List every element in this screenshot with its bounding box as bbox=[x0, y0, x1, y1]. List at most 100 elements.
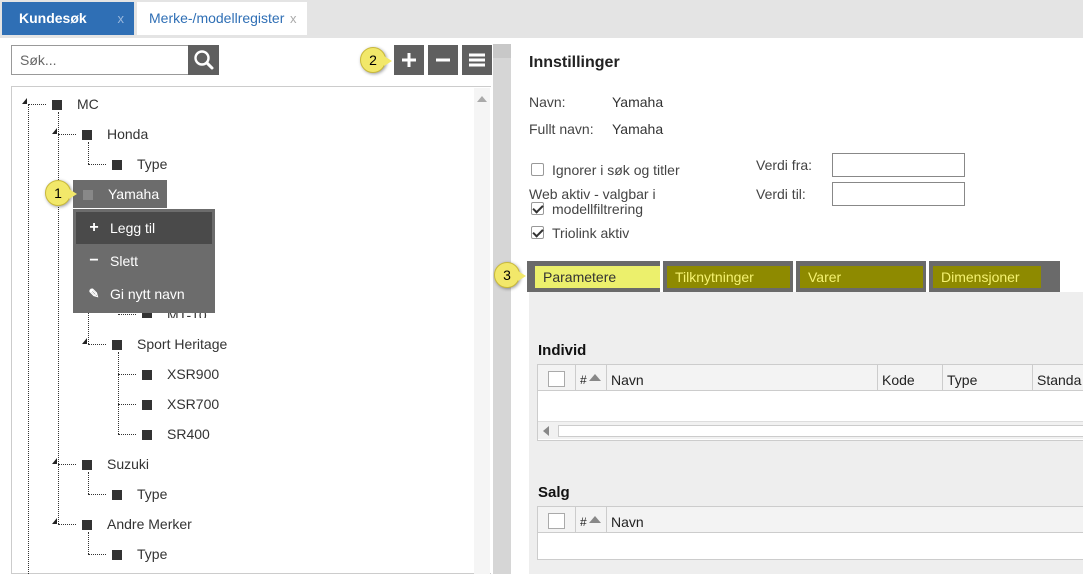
search-button[interactable] bbox=[188, 45, 219, 75]
tree-node-yamaha[interactable]: Yamaha bbox=[73, 180, 168, 208]
search-icon bbox=[194, 50, 214, 70]
tree-node-xsr700[interactable]: XSR700 bbox=[142, 394, 219, 414]
splitter-handle[interactable] bbox=[493, 44, 511, 58]
select-all-checkbox[interactable] bbox=[548, 513, 565, 529]
tree-connector bbox=[58, 112, 59, 134]
plus-icon bbox=[402, 53, 416, 67]
tree-connector bbox=[88, 532, 89, 554]
context-menu-delete-label: Slett bbox=[110, 253, 139, 269]
tree-connector bbox=[118, 374, 136, 375]
tree-node-andre-merker[interactable]: Andre Merker bbox=[82, 514, 192, 534]
context-menu: + Legg til − Slett ✎ Gi nytt navn bbox=[73, 209, 215, 313]
tree-node-label: Type bbox=[137, 486, 168, 502]
tree-connector bbox=[118, 314, 136, 315]
search-input[interactable] bbox=[11, 45, 189, 75]
tree-connector bbox=[58, 464, 76, 465]
context-menu-add[interactable]: + Legg til bbox=[76, 212, 212, 244]
context-menu-rename[interactable]: ✎ Gi nytt navn bbox=[76, 278, 212, 310]
scrollbar-thumb[interactable] bbox=[558, 425, 1083, 437]
expand-triangle-icon[interactable] bbox=[22, 98, 27, 104]
node-square-icon bbox=[82, 460, 92, 470]
expand-triangle-icon[interactable] bbox=[52, 128, 57, 134]
pencil-icon: ✎ bbox=[88, 286, 100, 301]
expand-triangle-icon[interactable] bbox=[52, 518, 57, 524]
select-all-cell bbox=[538, 507, 576, 533]
tab-merke-modellregister[interactable]: Merke-/modellregister x bbox=[137, 2, 307, 35]
name-value: Yamaha bbox=[612, 94, 664, 110]
column-header-type[interactable]: Type bbox=[943, 365, 1033, 391]
node-square-icon bbox=[142, 370, 152, 380]
context-menu-add-label: Legg til bbox=[110, 220, 156, 236]
model-tree[interactable] bbox=[11, 86, 491, 574]
tree-connector bbox=[58, 134, 76, 135]
node-square-icon bbox=[112, 160, 122, 170]
context-menu-rename-label: Gi nytt navn bbox=[110, 286, 185, 302]
ignore-label: Ignorer i søk og titler bbox=[552, 162, 680, 178]
tab-merke-close-icon[interactable]: x bbox=[290, 2, 297, 35]
add-node-button[interactable] bbox=[394, 45, 424, 75]
triolink-checkbox[interactable] bbox=[531, 226, 544, 239]
value-to-field[interactable] bbox=[832, 182, 965, 206]
value-from-label: Verdi fra: bbox=[756, 157, 813, 173]
column-label: # bbox=[580, 515, 587, 529]
context-menu-delete[interactable]: − Slett bbox=[76, 245, 212, 277]
fullname-label: Fullt navn: bbox=[529, 121, 594, 137]
tab-merke-label: Merke-/modellregister bbox=[149, 10, 285, 26]
tree-node-andre-type[interactable]: Type bbox=[112, 544, 167, 564]
tree-node-label: SR400 bbox=[167, 426, 210, 442]
web-active-checkbox[interactable] bbox=[531, 202, 544, 215]
web-active-label-line2: modellfiltrering bbox=[552, 201, 644, 217]
tree-node-xsr900[interactable]: XSR900 bbox=[142, 364, 219, 384]
tree-node-label: Andre Merker bbox=[107, 516, 192, 532]
tab-kundesok[interactable]: Kundesøk x bbox=[2, 2, 134, 35]
tab-kundesok-label: Kundesøk bbox=[19, 10, 87, 26]
tab-dimensjoner[interactable]: Dimensjoner bbox=[933, 266, 1041, 288]
tree-node-suzuki[interactable]: Suzuki bbox=[82, 454, 149, 474]
tree-connector bbox=[58, 194, 59, 524]
column-header-navn[interactable]: Navn bbox=[607, 507, 1083, 533]
tree-node-sport-heritage[interactable]: Sport Heritage bbox=[112, 334, 227, 354]
tree-connector bbox=[28, 104, 46, 105]
tab-parametere[interactable]: Parametere bbox=[535, 266, 660, 288]
web-active-label-line1: Web aktiv - valgbar i bbox=[529, 186, 656, 202]
scroll-up-arrow-icon[interactable] bbox=[477, 96, 487, 102]
menu-button[interactable] bbox=[462, 45, 492, 75]
column-header-number[interactable]: # bbox=[576, 507, 607, 533]
tree-node-honda[interactable]: Honda bbox=[82, 124, 148, 144]
value-from-field[interactable] bbox=[832, 153, 965, 177]
column-header-standard[interactable]: Standa bbox=[1033, 365, 1083, 391]
salg-grid: # Navn bbox=[537, 506, 1083, 560]
individ-horizontal-scrollbar[interactable] bbox=[538, 421, 1083, 439]
tree-connector bbox=[28, 104, 29, 574]
salg-title: Salg bbox=[538, 484, 570, 501]
tree-connector bbox=[118, 404, 136, 405]
tree-node-sr400[interactable]: SR400 bbox=[142, 424, 210, 444]
tree-node-label: XSR900 bbox=[167, 366, 220, 382]
tree-node-honda-type[interactable]: Type bbox=[112, 154, 167, 174]
tree-connector bbox=[88, 472, 89, 494]
tab-kundesok-close-icon[interactable]: x bbox=[118, 2, 125, 35]
expand-triangle-icon[interactable] bbox=[52, 458, 57, 464]
tree-node-label: XSR700 bbox=[167, 396, 220, 412]
scroll-left-arrow-icon[interactable] bbox=[543, 426, 549, 436]
fullname-value: Yamaha bbox=[612, 121, 664, 137]
expand-triangle-icon[interactable] bbox=[82, 338, 87, 344]
minus-icon bbox=[436, 58, 450, 62]
tree-scrollbar[interactable] bbox=[474, 88, 490, 574]
tree-node-label: Type bbox=[137, 156, 168, 172]
column-header-number[interactable]: # bbox=[576, 365, 607, 391]
tree-node-label: Suzuki bbox=[107, 456, 150, 472]
tab-tilknytninger[interactable]: Tilknytninger bbox=[667, 266, 790, 288]
ignore-checkbox[interactable] bbox=[531, 163, 544, 176]
select-all-checkbox[interactable] bbox=[548, 371, 565, 387]
tree-node-label: Type bbox=[137, 546, 168, 562]
value-to-label: Verdi til: bbox=[756, 186, 806, 202]
pane-splitter[interactable] bbox=[493, 44, 511, 574]
tree-node-suzuki-type[interactable]: Type bbox=[112, 484, 167, 504]
column-header-kode[interactable]: Kode bbox=[878, 365, 943, 391]
column-header-navn[interactable]: Navn bbox=[607, 365, 878, 391]
tree-node-mc[interactable]: MC bbox=[52, 94, 99, 114]
tab-varer[interactable]: Varer bbox=[800, 266, 923, 288]
minus-icon: − bbox=[89, 252, 99, 269]
remove-node-button[interactable] bbox=[428, 45, 458, 75]
